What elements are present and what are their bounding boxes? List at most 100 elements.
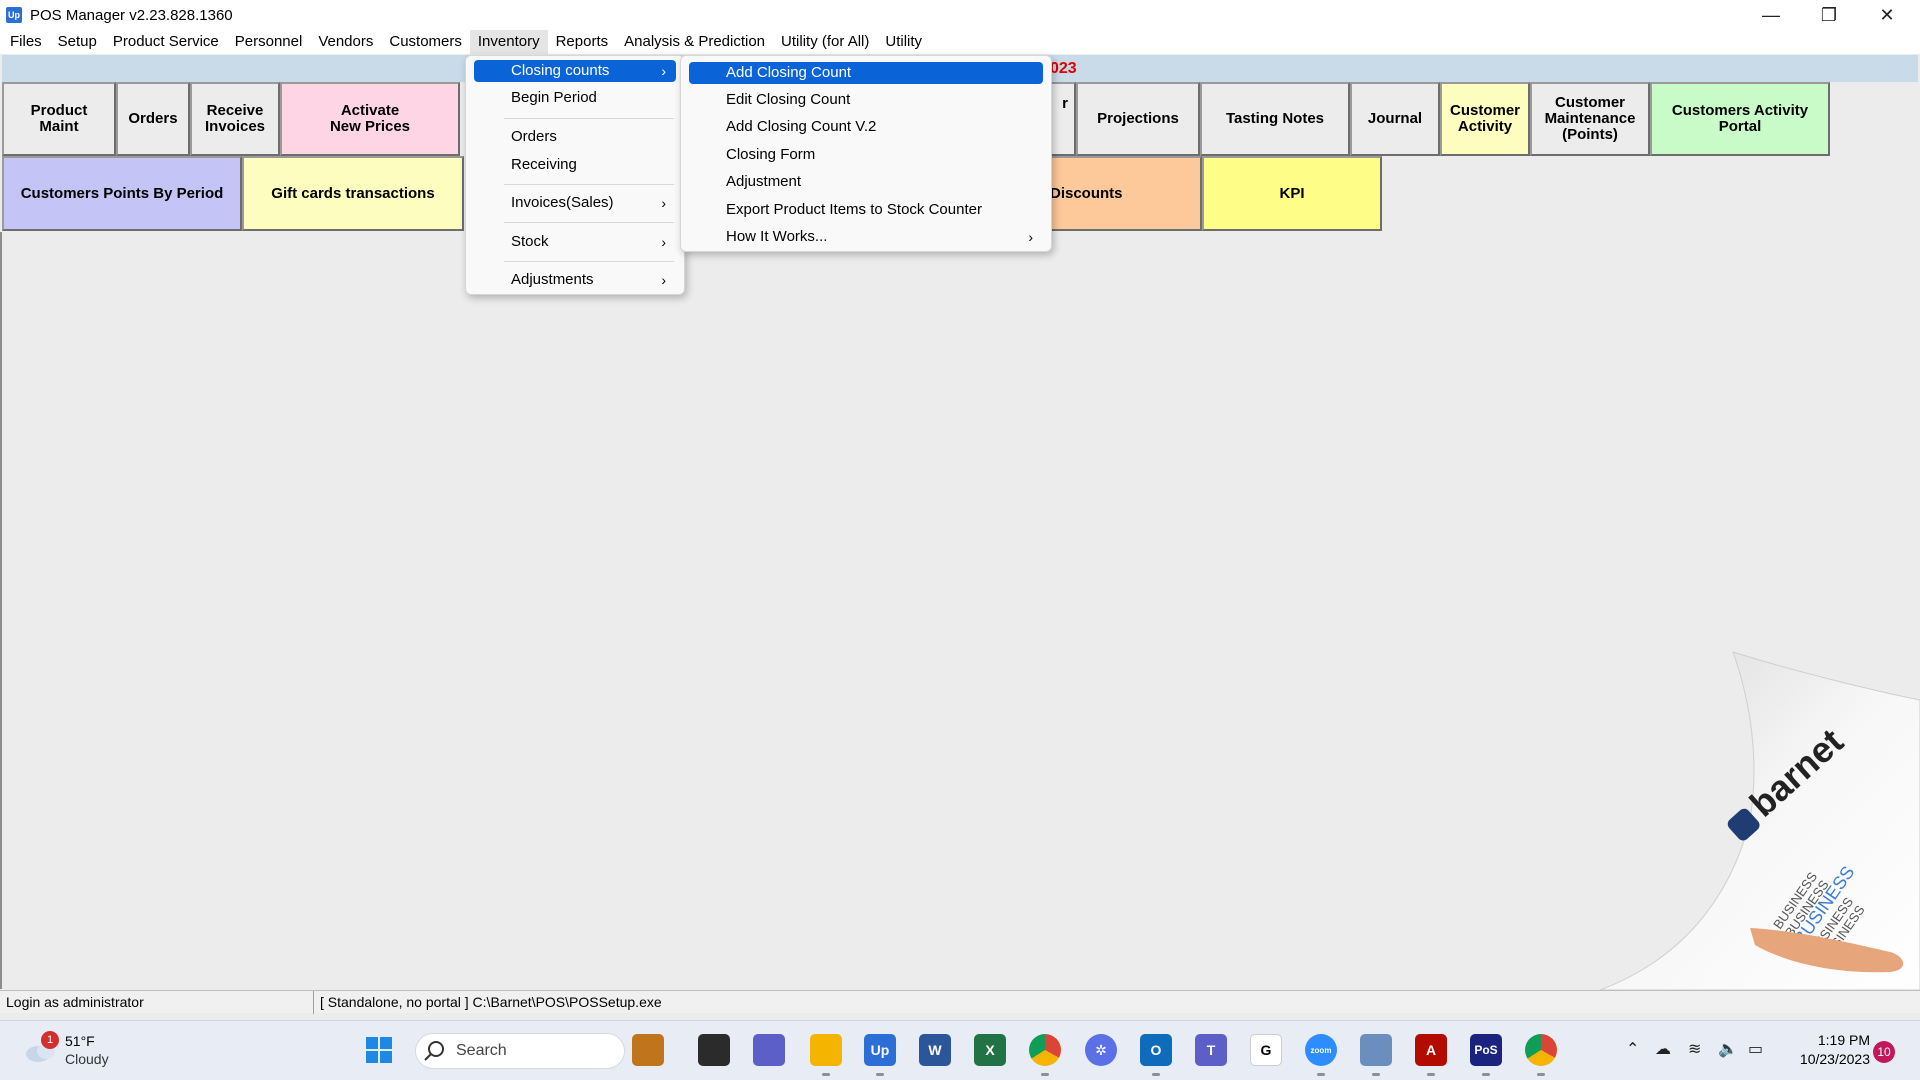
menu-utility-all[interactable]: Utility (for All)	[773, 30, 877, 54]
menu-item-edit-closing-count[interactable]: Edit Closing Count	[689, 89, 1043, 111]
menu-analysis-prediction[interactable]: Analysis & Prediction	[616, 30, 773, 54]
taskbar-search[interactable]: Search	[415, 1033, 625, 1069]
menu-inventory[interactable]: Inventory	[469, 30, 548, 54]
running-indicator	[1152, 1073, 1160, 1076]
menu-item-invoices-sales[interactable]: Invoices(Sales) ›	[474, 192, 676, 214]
closing-counts-submenu: Add Closing Count Edit Closing Count Add…	[680, 55, 1052, 252]
running-indicator	[876, 1073, 884, 1076]
tile-journal[interactable]: Journal	[1350, 82, 1440, 156]
search-label: Search	[456, 1042, 507, 1059]
start-icon[interactable]	[363, 1034, 395, 1066]
menu-item-closing-counts[interactable]: Closing counts ›	[474, 60, 676, 82]
settings-icon[interactable]: ✲	[1085, 1034, 1117, 1066]
weather-badge: 1	[41, 1031, 59, 1049]
close-icon[interactable]: ✕	[1858, 0, 1916, 30]
task-view-icon[interactable]	[698, 1034, 730, 1066]
weather-widget[interactable]: 1 51°F Cloudy	[24, 1031, 134, 1071]
menu-separator	[504, 222, 674, 223]
notification-badge[interactable]: 10	[1873, 1041, 1895, 1063]
chrome-icon[interactable]	[1029, 1034, 1061, 1066]
battery-icon[interactable]: ▭	[1748, 1039, 1763, 1059]
status-login: Login as administrator	[0, 990, 314, 1014]
tile-activate-new-prices[interactable]: Activate New Prices	[280, 82, 460, 156]
tile-receive-invoices[interactable]: Receive Invoices	[190, 82, 280, 156]
menu-item-orders[interactable]: Orders	[474, 126, 676, 148]
app-icon: Up	[6, 7, 22, 23]
file-explorer-icon[interactable]	[810, 1034, 842, 1066]
tile-kpi[interactable]: KPI	[1202, 156, 1382, 231]
menu-setup[interactable]: Setup	[50, 30, 105, 54]
work-briefcase-icon[interactable]	[632, 1034, 664, 1066]
status-mode: [ Standalone, no portal ] C:\Barnet\POS\…	[320, 993, 662, 1010]
tile-tasting-notes[interactable]: Tasting Notes	[1200, 82, 1350, 156]
chevron-up-icon[interactable]: ⌃	[1626, 1039, 1639, 1059]
menu-item-export-product-items[interactable]: Export Product Items to Stock Counter	[689, 199, 1043, 221]
menu-customers[interactable]: Customers	[381, 30, 470, 54]
monitor-app-icon[interactable]	[1360, 1034, 1392, 1066]
zoom-icon[interactable]: zoom	[1305, 1034, 1337, 1066]
menu-item-add-closing-count[interactable]: Add Closing Count	[689, 62, 1043, 84]
inventory-menu: Closing counts › Begin Period Orders Rece…	[465, 55, 685, 295]
weather-desc: Cloudy	[65, 1051, 109, 1067]
weather-temp: 51°F	[65, 1033, 95, 1049]
menu-item-stock[interactable]: Stock ›	[474, 231, 676, 253]
g-app-icon[interactable]: G	[1250, 1034, 1282, 1066]
tile-orders[interactable]: Orders	[116, 82, 190, 156]
chrome-up-icon[interactable]	[1525, 1034, 1557, 1066]
running-indicator	[1537, 1073, 1545, 1076]
menu-item-how-it-works[interactable]: How It Works... ›	[689, 226, 1043, 248]
tile-customers-points-by-period[interactable]: Customers Points By Period	[2, 156, 242, 231]
running-indicator	[1427, 1073, 1435, 1076]
tile-gift-cards-transactions[interactable]: Gift cards transactions	[242, 156, 464, 231]
running-indicator	[822, 1073, 830, 1076]
title-bar: Up POS Manager v2.23.828.1360 — ❐ ✕	[0, 0, 1920, 30]
menu-item-begin-period[interactable]: Begin Period	[474, 87, 676, 109]
menu-personnel[interactable]: Personnel	[227, 30, 311, 54]
menu-utility[interactable]: Utility	[877, 30, 930, 54]
menu-item-receiving[interactable]: Receiving	[474, 154, 676, 176]
onedrive-icon[interactable]: ☁	[1655, 1039, 1671, 1059]
menu-item-closing-form[interactable]: Closing Form	[689, 144, 1043, 166]
menu-separator	[504, 118, 674, 119]
menu-item-add-closing-count-v2[interactable]: Add Closing Count V.2	[689, 116, 1043, 138]
word-icon[interactable]: W	[919, 1034, 951, 1066]
menu-reports[interactable]: Reports	[548, 30, 617, 54]
acrobat-icon[interactable]: A	[1415, 1034, 1447, 1066]
running-indicator	[1041, 1073, 1049, 1076]
outlook-icon[interactable]: O	[1140, 1034, 1172, 1066]
tile-discounts[interactable]: Discounts	[1040, 156, 1202, 231]
pos-app-icon[interactable]: PoS	[1470, 1034, 1502, 1066]
running-indicator	[1317, 1073, 1325, 1076]
tile-product-maint[interactable]: Product Maint	[2, 82, 116, 156]
minimize-icon[interactable]: —	[1742, 0, 1800, 30]
menu-files[interactable]: Files	[2, 30, 50, 54]
clock-time: 1:19 PM	[1817, 1032, 1870, 1048]
restore-icon[interactable]: ❐	[1800, 0, 1858, 30]
excel-icon[interactable]: X	[974, 1034, 1006, 1066]
menu-bar: Files Setup Product Service Personnel Ve…	[0, 30, 1920, 54]
search-icon	[424, 1041, 444, 1061]
barnet-logo: barnet BUSINESS BUSINESS BUSINESS BUSINE…	[1599, 651, 1920, 990]
tile-customers-activity-portal[interactable]: Customers Activity Portal	[1650, 82, 1830, 156]
clock[interactable]: 1:19 PM 10/23/2023	[1782, 1031, 1870, 1069]
menu-item-adjustment[interactable]: Adjustment	[689, 171, 1043, 193]
menu-product-service[interactable]: Product Service	[105, 30, 227, 54]
volume-icon[interactable]: 🔈	[1718, 1039, 1738, 1059]
menu-vendors[interactable]: Vendors	[310, 30, 381, 54]
teams-icon[interactable]: T	[1195, 1034, 1227, 1066]
tile-projections[interactable]: Projections	[1076, 82, 1200, 156]
menu-item-adjustments[interactable]: Adjustments ›	[474, 269, 676, 291]
running-indicator	[1482, 1073, 1490, 1076]
running-indicator	[1372, 1073, 1380, 1076]
banner-text: 023	[1050, 60, 1077, 77]
menu-separator	[504, 184, 674, 185]
up-app-icon[interactable]: Up	[864, 1034, 896, 1066]
tile-customer-maintenance[interactable]: Customer Maintenance (Points)	[1530, 82, 1650, 156]
clock-date: 10/23/2023	[1799, 1051, 1870, 1067]
taskbar: 1 51°F Cloudy Search Up W X ✲ O T G zoom…	[0, 1020, 1920, 1080]
meet-video-icon[interactable]	[753, 1034, 785, 1066]
tile-customer-activity[interactable]: Customer Activity	[1440, 82, 1530, 156]
status-bar: Login as administrator [ Standalone, no …	[0, 990, 1920, 1014]
window-title: POS Manager v2.23.828.1360	[30, 6, 233, 24]
wifi-icon[interactable]: ≋	[1688, 1039, 1701, 1059]
